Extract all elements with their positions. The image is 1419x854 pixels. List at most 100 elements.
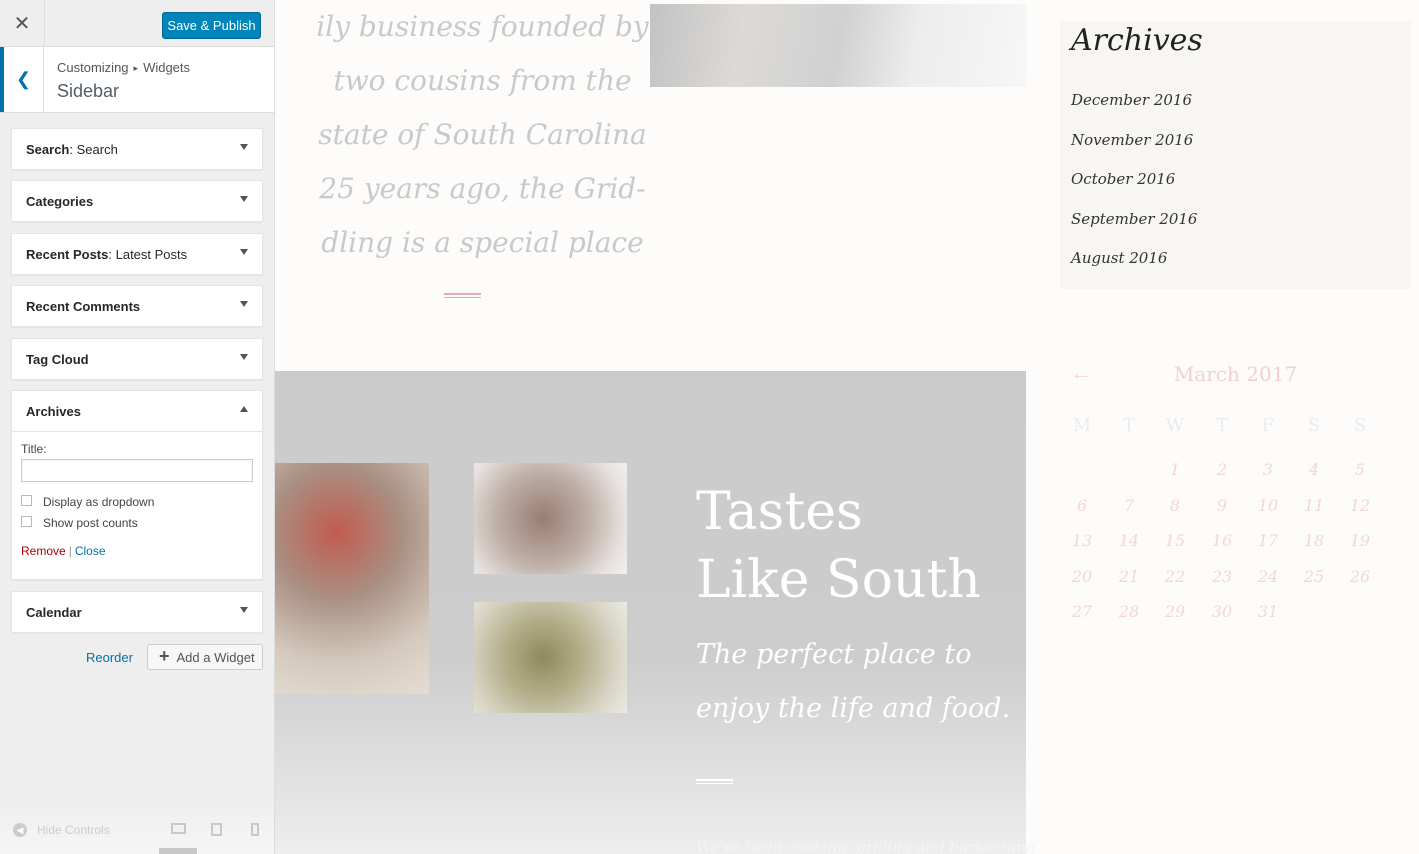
calendar-day: 15 <box>1164 531 1186 550</box>
feature-band: Tastes Like South The perfect place to e… <box>275 371 1036 854</box>
add-widget-button[interactable]: + Add a Widget <box>147 644 263 670</box>
archive-link[interactable]: August 2016 <box>1071 249 1167 267</box>
kitchen-image <box>650 4 1026 87</box>
archives-widget: Archives December 2016 November 2016 Oct… <box>1060 21 1411 289</box>
breadcrumb: Customizing ▸ Widgets <box>57 60 190 75</box>
calendar-day: 6 <box>1076 495 1088 515</box>
widget-tag-cloud[interactable]: Tag Cloud <box>11 338 263 380</box>
calendar-day: 7 <box>1123 495 1135 515</box>
widget-name: Recent Posts <box>26 246 109 262</box>
mobile-preview-icon[interactable] <box>251 823 259 836</box>
widget-categories[interactable]: Categories <box>11 180 263 222</box>
widget-header[interactable]: Recent Posts: Latest Posts <box>12 234 262 274</box>
calendar-day: 23 <box>1211 566 1233 586</box>
caret-down-icon[interactable] <box>240 144 248 150</box>
hide-controls-label: Hide Controls <box>37 823 110 837</box>
calendar-day: 25 <box>1303 566 1325 586</box>
decorative-rule <box>696 779 733 781</box>
calendar-day: 1 <box>1169 460 1181 479</box>
intro-line: state of South Carolina <box>318 118 647 151</box>
widget-header[interactable]: Archives <box>12 391 262 431</box>
hide-controls-button[interactable]: ◀ Hide Controls <box>13 823 110 837</box>
calendar-day-header: S <box>1353 415 1367 436</box>
caret-down-icon[interactable] <box>240 354 248 360</box>
caret-up-icon[interactable] <box>240 406 248 412</box>
calendar-day-header: F <box>1261 415 1275 436</box>
calendar-day-header: M <box>1072 415 1092 436</box>
widget-header[interactable]: Recent Comments <box>12 286 262 326</box>
actions-separator: | <box>68 544 72 558</box>
close-link[interactable]: Close <box>75 544 106 558</box>
widget-recent-posts[interactable]: Recent Posts: Latest Posts <box>11 233 263 275</box>
feature-subtitle: The perfect place to enjoy the life and … <box>696 639 1011 724</box>
section-header: ❮ Customizing ▸ Widgets Sidebar <box>0 47 274 113</box>
calendar-day: 24 <box>1257 566 1279 586</box>
calendar-day: 26 <box>1349 566 1371 586</box>
title-label: Title: <box>21 442 47 456</box>
close-customizer-button[interactable]: ✕ <box>0 0 45 46</box>
caret-down-icon[interactable] <box>240 249 248 255</box>
calendar-day: 17 <box>1257 531 1279 550</box>
breadcrumb-customizing: Customizing <box>57 60 129 75</box>
archive-link[interactable]: November 2016 <box>1071 131 1193 149</box>
widget-name: Tag Cloud <box>26 351 89 367</box>
widget-search[interactable]: Search: Search <box>11 128 263 170</box>
dropdown-option[interactable]: Display as dropdown <box>21 494 253 509</box>
calendar-day-header: S <box>1307 415 1321 436</box>
calendar-day: 28 <box>1118 602 1140 621</box>
decorative-rule <box>444 293 481 295</box>
archive-link[interactable]: September 2016 <box>1071 210 1197 228</box>
reorder-link[interactable]: Reorder <box>86 650 133 665</box>
feature-title-line: Tastes <box>696 482 863 542</box>
intro-text: ily business founded by two cousins from… <box>295 0 670 270</box>
back-button[interactable]: ❮ <box>0 47 44 112</box>
arrow-left-circle-icon: ◀ <box>13 823 27 837</box>
calendar-day: 16 <box>1211 531 1233 550</box>
steak-image <box>474 463 627 574</box>
widget-recent-comments[interactable]: Recent Comments <box>11 285 263 327</box>
widget-name: Archives <box>26 403 81 419</box>
widget-name: Calendar <box>26 604 82 620</box>
widget-header[interactable]: Search: Search <box>12 129 262 169</box>
caret-down-icon[interactable] <box>240 301 248 307</box>
post-counts-checkbox[interactable] <box>21 515 32 527</box>
widget-header[interactable]: Tag Cloud <box>12 339 262 379</box>
feature-title-line: Like South <box>696 550 981 610</box>
calendar-day: 31 <box>1257 602 1279 621</box>
widget-title: Latest Posts <box>115 246 188 262</box>
caret-down-icon[interactable] <box>240 196 248 202</box>
intro-line: two cousins from the <box>333 64 632 97</box>
post-counts-option[interactable]: Show post counts <box>21 515 253 530</box>
widget-archives[interactable]: Archives Title: Display as dropdown Show… <box>11 390 263 580</box>
widget-form: Title: Display as dropdown Show post cou… <box>12 431 262 558</box>
dropdown-checkbox[interactable] <box>21 494 32 506</box>
dropdown-label: Display as dropdown <box>43 495 155 509</box>
caret-down-icon[interactable] <box>240 607 248 613</box>
decorative-rule <box>444 297 481 298</box>
calendar-title: March 2017 <box>1173 362 1298 386</box>
widget-title: Search <box>76 141 118 157</box>
customizer-panel: ✕ Save & Publish ❮ Customizing ▸ Widgets S… <box>0 0 275 854</box>
decorative-rule <box>696 783 733 784</box>
widget-header[interactable]: Calendar <box>12 592 262 632</box>
panel-header: ✕ Save & Publish <box>0 0 274 47</box>
desktop-preview-icon[interactable] <box>171 823 186 834</box>
tablet-preview-icon[interactable] <box>211 823 222 836</box>
save-publish-button[interactable]: Save & Publish <box>162 12 261 39</box>
calendar-day: 13 <box>1071 531 1093 550</box>
calendar-day: 20 <box>1071 566 1093 586</box>
pasta-dish-image <box>474 602 627 713</box>
calendar-day: 11 <box>1303 495 1325 515</box>
calendar-day-header: W <box>1165 415 1185 436</box>
post-counts-label: Show post counts <box>43 516 138 530</box>
title-input[interactable] <box>21 459 253 482</box>
calendar-day: 30 <box>1211 602 1233 621</box>
calendar-day: 22 <box>1164 566 1186 586</box>
remove-link[interactable]: Remove <box>21 544 66 558</box>
archive-link[interactable]: December 2016 <box>1071 91 1192 109</box>
calendar-day: 18 <box>1303 531 1325 550</box>
widget-header[interactable]: Categories <box>12 181 262 221</box>
calendar-day-header: T <box>1215 415 1228 436</box>
archive-link[interactable]: October 2016 <box>1071 170 1175 188</box>
widget-calendar[interactable]: Calendar <box>11 591 263 633</box>
